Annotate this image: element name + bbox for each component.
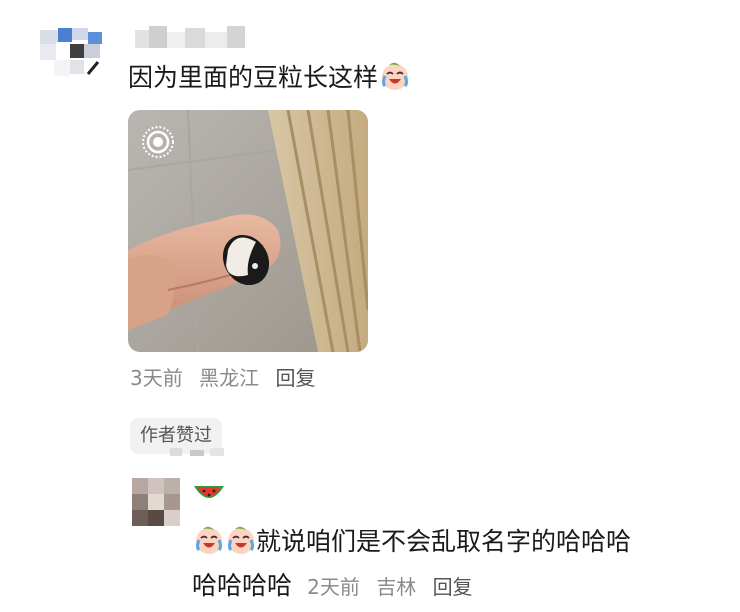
badge-overlap-decoration bbox=[170, 448, 224, 456]
author-liked-badge: 作者赞过 bbox=[130, 418, 224, 456]
reply-text-line-1: 就说咱们是不会乱取名字的哈哈哈 bbox=[192, 524, 631, 560]
crying-laughing-emoji-icon bbox=[196, 526, 222, 554]
avatar[interactable] bbox=[40, 28, 110, 88]
reply-meta: 2天前 吉林 回复 bbox=[307, 575, 482, 599]
comment-text: 因为里面的豆粒长这样 bbox=[128, 60, 410, 96]
reply-body-line-2: 哈哈哈哈 bbox=[192, 571, 293, 600]
comment-body: 因为里面的豆粒长这样 bbox=[128, 63, 379, 92]
author-liked-label: 作者赞过 bbox=[140, 425, 212, 446]
reply-avatar[interactable] bbox=[132, 478, 180, 526]
reply-button[interactable]: 回复 bbox=[275, 366, 315, 390]
reply-time: 2天前 bbox=[307, 575, 360, 599]
live-photo-icon[interactable] bbox=[140, 124, 176, 160]
reply-reply-button[interactable]: 回复 bbox=[433, 575, 473, 599]
reply-body-line-1: 就说咱们是不会乱取名字的哈哈哈 bbox=[256, 527, 632, 556]
reply-text-line-2: 哈哈哈哈 2天前 吉林 回复 bbox=[192, 568, 483, 604]
comment-meta: 3天前 黑龙江 回复 bbox=[130, 362, 325, 391]
username-blurred[interactable] bbox=[135, 26, 247, 50]
reply-location: 吉林 bbox=[376, 575, 417, 599]
comment-photo[interactable] bbox=[128, 110, 368, 352]
crying-laughing-emoji-icon bbox=[382, 62, 409, 90]
comment-time: 3天前 bbox=[130, 366, 183, 390]
watermelon-icon bbox=[192, 480, 226, 510]
comment-location: 黑龙江 bbox=[199, 366, 260, 390]
crying-laughing-emoji-icon bbox=[228, 526, 254, 554]
